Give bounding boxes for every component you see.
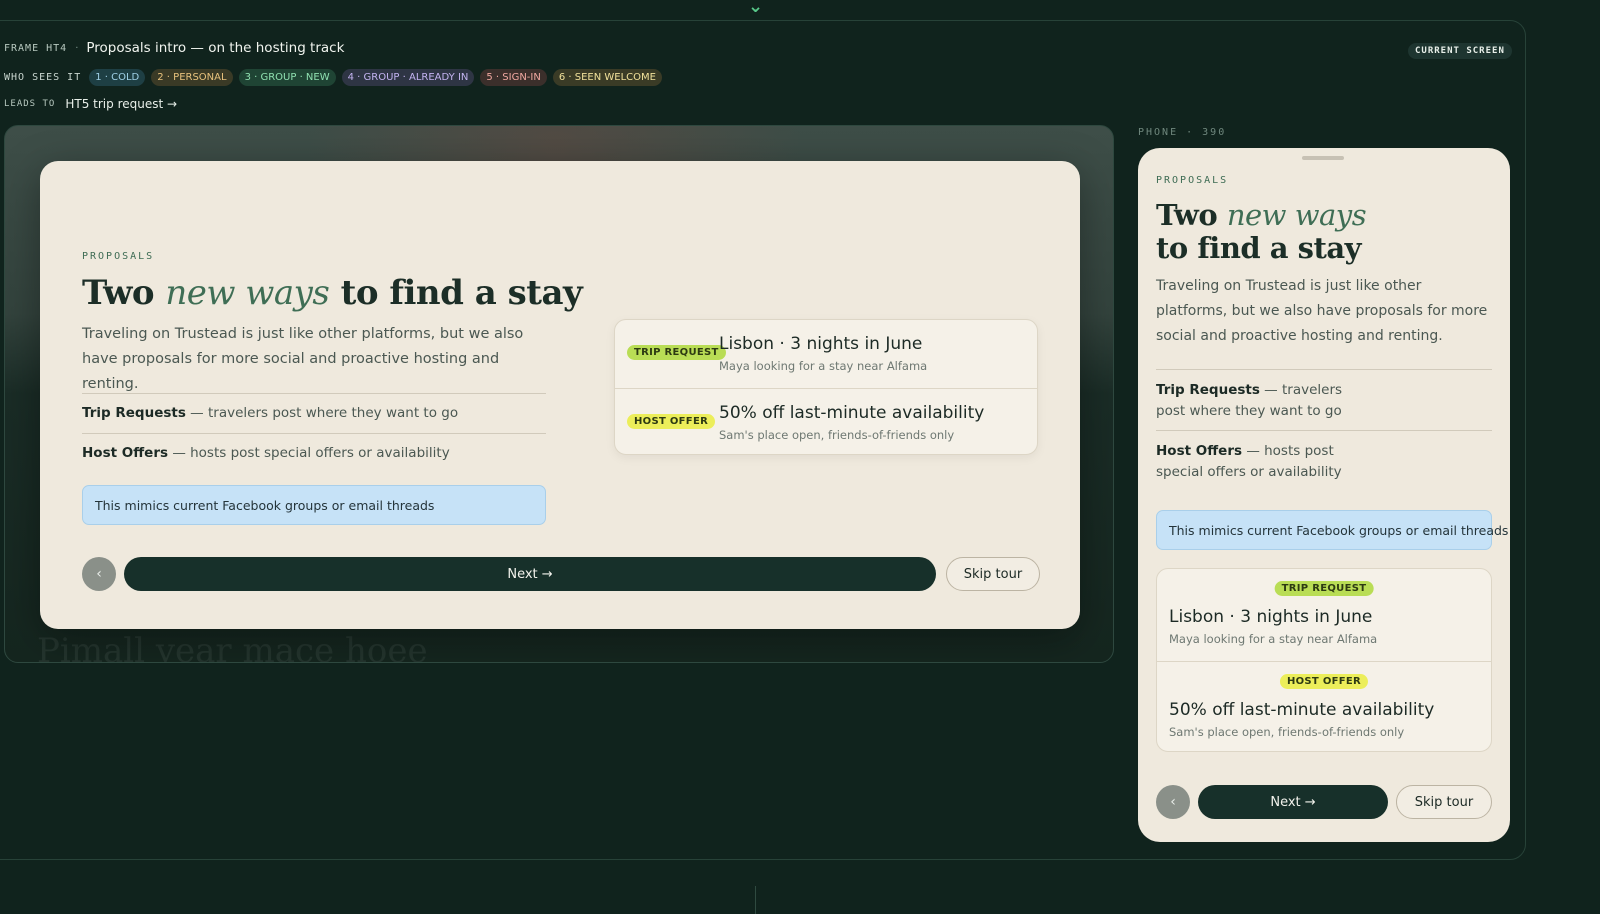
host-offer-tag: HOST OFFER: [627, 414, 716, 429]
feature-host-offers: Host Offers — hosts post special offers …: [82, 433, 546, 461]
audience-chip: 1 · COLD: [89, 69, 146, 86]
lede: Traveling on Trustead is just like other…: [82, 326, 524, 392]
audience-row: WHO SEES IT 1 · COLD 2 · PERSONAL 3 · GR…: [4, 69, 662, 86]
skip-tour-button[interactable]: Skip tour: [1396, 785, 1492, 819]
card-subtitle: Sam's place open, friends-of-friends onl…: [719, 428, 955, 442]
audience-chip: 5 · SIGN-IN: [480, 69, 547, 86]
back-button[interactable]: ‹: [82, 557, 116, 591]
chevron-left-icon: ‹: [1170, 794, 1176, 810]
info-note: This mimics current Facebook groups or e…: [82, 485, 546, 525]
proposals-modal: PROPOSALS Two new ways to find a stay Tr…: [40, 161, 1080, 629]
audience-label: WHO SEES IT: [4, 72, 82, 83]
eyebrow: PROPOSALS: [82, 251, 155, 262]
card-subtitle: Sam's place open, friends-of-friends onl…: [1169, 725, 1405, 739]
feature-host-offers: Host Offers — hosts post special offers o…: [1156, 430, 1492, 483]
separator: ·: [75, 42, 79, 54]
frame-title: Proposals intro — on the hosting track: [86, 40, 345, 56]
card-title: Lisbon · 3 nights in June: [719, 334, 923, 354]
frame-header: FRAME HT4 · Proposals intro — on the hos…: [4, 40, 344, 56]
eyebrow: PROPOSALS: [1156, 175, 1229, 186]
headline-accent: new ways: [165, 273, 330, 313]
frame-id: FRAME HT4: [4, 42, 68, 54]
headline: Two new ways to find a stay: [82, 273, 583, 313]
audience-chip: 4 · GROUP · ALREADY IN: [341, 69, 475, 86]
host-offer-tag: HOST OFFER: [1279, 674, 1369, 689]
example-cards: TRIP REQUEST Lisbon · 3 nights in June M…: [1156, 568, 1492, 752]
card-trip-request: TRIP REQUEST Lisbon · 3 nights in June M…: [615, 320, 1037, 388]
info-note: This mimics current Facebook groups or e…: [1156, 510, 1508, 550]
next-button[interactable]: Next →: [124, 557, 936, 591]
audience-chip: 6 · SEEN WELCOME: [552, 69, 662, 86]
leads-to-label: LEADS TO: [4, 99, 56, 109]
card-host-offer: HOST OFFER 50% off last-minute availabil…: [615, 388, 1037, 454]
phone-preview: PROPOSALS Two new ways to find a stay Tra…: [1138, 148, 1510, 842]
background-headline: Pimall year mace hoee: [37, 631, 428, 663]
leads-to-link[interactable]: HT5 trip request →: [65, 97, 177, 111]
card-title: Lisbon · 3 nights in June: [1169, 607, 1373, 627]
lede: Traveling on Trustead is just like other…: [1156, 278, 1488, 344]
feature-trip-requests: Trip Requests — travelers post where they…: [1156, 369, 1492, 422]
card-subtitle: Maya looking for a stay near Alfama: [1169, 632, 1378, 646]
chevron-left-icon: ‹: [96, 566, 102, 582]
card-subtitle: Maya looking for a stay near Alfama: [719, 359, 928, 373]
back-button[interactable]: ‹: [1156, 785, 1190, 819]
next-button[interactable]: Next →: [1198, 785, 1388, 819]
current-screen-badge: CURRENT SCREEN: [1408, 43, 1512, 59]
sheet-grabber[interactable]: [1302, 156, 1344, 160]
connector-line: [755, 886, 756, 914]
trip-request-tag: TRIP REQUEST: [1274, 581, 1374, 596]
card-title: 50% off last-minute availability: [1169, 700, 1435, 720]
card-host-offer: HOST OFFER 50% off last-minute availabil…: [1157, 661, 1491, 751]
skip-tour-button[interactable]: Skip tour: [946, 557, 1040, 591]
feature-trip-requests: Trip Requests — travelers post where the…: [82, 393, 546, 421]
leads-to-row: LEADS TO HT5 trip request →: [4, 97, 177, 111]
headline-accent: new ways: [1226, 198, 1367, 232]
desktop-preview: Pimall year mace hoee PROPOSALS Two new …: [4, 125, 1114, 663]
audience-chip: 2 · PERSONAL: [151, 69, 233, 86]
trip-request-tag: TRIP REQUEST: [627, 345, 726, 360]
headline: Two new ways to find a stay: [1156, 198, 1367, 265]
chevron-down-icon: ⌄: [748, 0, 764, 17]
card-title: 50% off last-minute availability: [719, 403, 985, 423]
phone-label: PHONE · 390: [1138, 127, 1227, 138]
card-trip-request: TRIP REQUEST Lisbon · 3 nights in June M…: [1157, 569, 1491, 661]
audience-chip: 3 · GROUP · NEW: [238, 69, 336, 86]
example-cards: TRIP REQUEST Lisbon · 3 nights in June M…: [614, 319, 1038, 455]
